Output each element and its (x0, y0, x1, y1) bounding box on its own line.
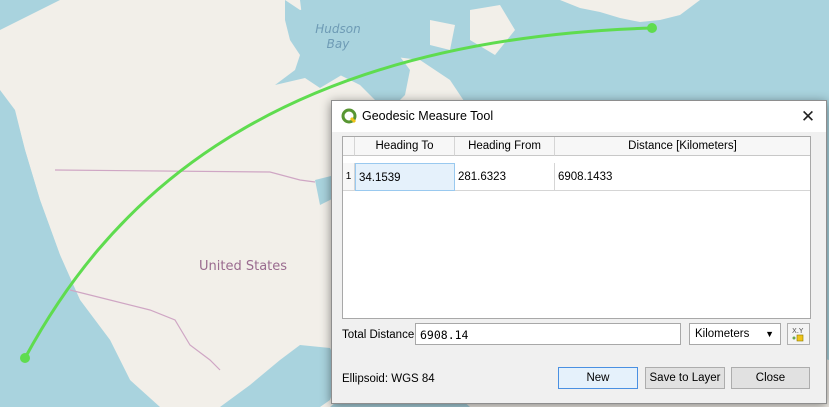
total-distance-field[interactable]: 6908.14 (415, 323, 681, 345)
start-point (20, 353, 30, 363)
geodesic-measure-dialog: Geodesic Measure Tool ✕ Heading To Headi… (331, 100, 827, 404)
island-shape (430, 20, 455, 50)
cell-distance[interactable]: 6908.1433 (555, 163, 810, 191)
coordinate-format-button[interactable]: X.Y (787, 323, 810, 345)
close-icon[interactable]: ✕ (790, 101, 826, 132)
svg-text:X.Y: X.Y (792, 327, 804, 335)
column-header-heading-from[interactable]: Heading From (455, 137, 555, 156)
row-number[interactable]: 1 (343, 163, 355, 191)
close-button[interactable]: Close (731, 367, 810, 389)
corner-cell (343, 137, 355, 156)
dialog-titlebar[interactable]: Geodesic Measure Tool ✕ (332, 101, 826, 132)
end-point (647, 23, 657, 33)
column-header-heading-to[interactable]: Heading To (355, 137, 455, 156)
greenland-land (560, 0, 700, 22)
island-shape (470, 5, 515, 55)
island-shape (205, 52, 225, 78)
hudson-bay-label: Hudson Bay (315, 22, 361, 51)
total-distance-label: Total Distance (342, 329, 415, 341)
units-dropdown[interactable]: Kilometers ▼ (689, 323, 781, 345)
units-selected-value: Kilometers (695, 328, 750, 340)
save-to-layer-button[interactable]: Save to Layer (645, 367, 725, 389)
cell-heading-to[interactable]: 34.1539 (355, 163, 455, 191)
xy-coordinate-icon: X.Y (792, 327, 804, 342)
qgis-logo-icon (341, 108, 357, 124)
measurement-table[interactable]: Heading To Heading From Distance [Kilome… (342, 136, 811, 319)
ellipsoid-label: Ellipsoid: WGS 84 (342, 373, 435, 385)
new-button[interactable]: New (558, 367, 638, 389)
dialog-title: Geodesic Measure Tool (362, 109, 494, 123)
cell-heading-from[interactable]: 281.6323 (455, 163, 555, 191)
chevron-down-icon: ▼ (765, 329, 774, 339)
column-header-distance[interactable]: Distance [Kilometers] (555, 137, 810, 156)
country-label: United States (199, 259, 288, 274)
